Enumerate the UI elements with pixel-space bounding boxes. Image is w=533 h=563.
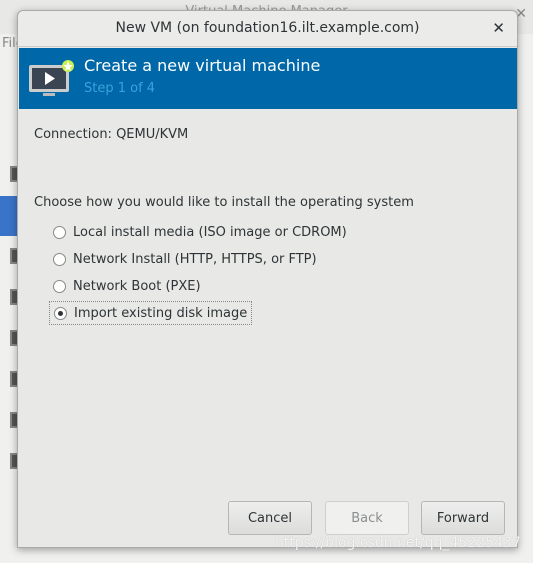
- radio-selected-icon[interactable]: [54, 306, 67, 320]
- option-label: Network Boot (PXE): [73, 278, 201, 294]
- radio-icon[interactable]: [53, 279, 66, 293]
- header-title: Create a new virtual machine: [84, 56, 321, 75]
- new-vm-monitor-icon: [29, 60, 74, 96]
- option-import-disk[interactable]: Import existing disk image: [49, 301, 253, 325]
- forward-button[interactable]: Forward: [421, 501, 505, 535]
- option-label: Local install media (ISO image or CDROM): [73, 224, 347, 240]
- new-vm-dialog: New VM (on foundation16.ilt.example.com)…: [17, 10, 518, 548]
- close-icon[interactable]: ✕: [492, 19, 505, 37]
- option-network-install[interactable]: Network Install (HTTP, HTTPS, or FTP): [49, 247, 321, 271]
- watermark: https://blog.csdn.net/qq_45225437: [275, 535, 521, 551]
- radio-icon[interactable]: [53, 225, 66, 239]
- radio-icon[interactable]: [53, 252, 66, 266]
- back-button[interactable]: Back: [325, 501, 409, 535]
- header-step: Step 1 of 4: [84, 81, 156, 96]
- option-local-install[interactable]: Local install media (ISO image or CDROM): [49, 220, 351, 244]
- cancel-button[interactable]: Cancel: [228, 501, 312, 535]
- dialog-title: New VM (on foundation16.ilt.example.com): [18, 11, 517, 47]
- wizard-header: Create a new virtual machine Step 1 of 4: [19, 48, 517, 109]
- option-label: Import existing disk image: [74, 305, 248, 321]
- option-label: Network Install (HTTP, HTTPS, or FTP): [73, 251, 317, 267]
- connection-label: Connection: QEMU/KVM: [34, 127, 189, 142]
- option-network-boot[interactable]: Network Boot (PXE): [49, 274, 205, 298]
- background-selected-row: [0, 196, 18, 236]
- install-prompt: Choose how you would like to install the…: [34, 195, 414, 210]
